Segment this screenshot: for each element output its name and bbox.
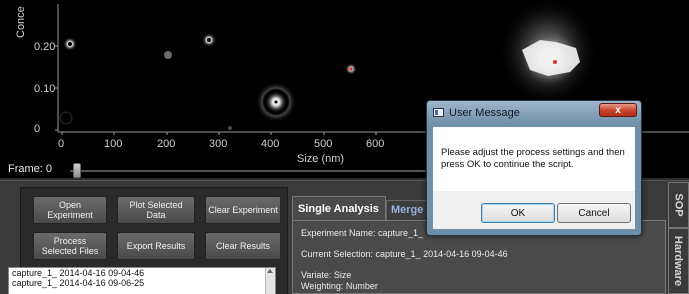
list-scrollbar[interactable] <box>265 268 275 294</box>
export-results-button[interactable]: Export Results <box>117 232 195 260</box>
application-window: Conce 0.20 0.10 0 0 100 200 300 400 500 … <box>0 0 689 294</box>
particle-4 <box>345 63 357 75</box>
x-tick-label: 200 <box>157 138 175 150</box>
dialog-titlebar[interactable]: User Message x <box>427 101 641 125</box>
x-tick-label: 100 <box>104 138 122 150</box>
tab-hardware[interactable]: Hardware <box>668 228 689 294</box>
cancel-button[interactable]: Cancel <box>557 203 631 223</box>
experiment-name-text: Experiment Name: capture_1_ <box>301 228 424 238</box>
app-window-icon <box>433 108 444 117</box>
tab-sop[interactable]: SOP <box>668 182 689 228</box>
particle-5 <box>256 82 296 122</box>
process-selected-files-button[interactable]: Process Selected Files <box>33 232 107 260</box>
weighting-text: Weighting: Number <box>301 281 378 291</box>
file-item[interactable]: capture_1_ 2014-04-16 09-06-25 <box>9 278 275 288</box>
files-list[interactable]: capture_1_ 2014-04-16 09-04-46 capture_1… <box>8 267 276 294</box>
clear-results-button[interactable]: Clear Results <box>205 232 281 260</box>
current-selection-text: Current Selection: capture_1_ 2014-04-16… <box>301 249 508 259</box>
particle-1 <box>63 37 77 51</box>
frame-slider-thumb[interactable] <box>73 163 81 178</box>
dialog-footer: OK Cancel <box>433 191 635 229</box>
ok-button[interactable]: OK <box>481 203 555 223</box>
particle-6 <box>58 110 74 126</box>
x-tick-label: 500 <box>314 138 332 150</box>
scroll-up-arrow-icon[interactable] <box>267 269 273 273</box>
variate-text: Variate: Size <box>301 270 352 280</box>
frame-slider-track[interactable] <box>70 170 465 172</box>
frame-slider-row: Frame: 0 <box>0 160 470 180</box>
frame-label: Frame: 0 <box>8 163 53 175</box>
x-tick-label: 400 <box>261 138 279 150</box>
tab-single-analysis[interactable]: Single Analysis <box>292 196 386 220</box>
tab-sop-label: SOP <box>672 193 685 217</box>
clear-experiment-button[interactable]: Clear Experiment <box>205 196 281 224</box>
tab-hardware-label: Hardware <box>672 235 685 287</box>
open-experiment-button[interactable]: Open Experiment <box>33 196 107 224</box>
file-item[interactable]: capture_1_ 2014-04-16 09-04-46 <box>9 268 275 278</box>
plot-selected-data-button[interactable]: Plot Selected Data <box>117 196 195 224</box>
y-tick-label: 0 <box>34 123 40 135</box>
dialog-body: Please adjust the process settings and t… <box>433 127 635 191</box>
x-tick-label: 0 <box>58 138 64 150</box>
x-tick-label: 600 <box>366 138 384 150</box>
particle-3 <box>202 33 216 47</box>
tab-merge[interactable]: Merge <box>386 200 428 220</box>
particle-2 <box>164 51 172 59</box>
y-tick-label: 0.20 <box>34 41 55 53</box>
close-button[interactable]: x <box>599 103 637 117</box>
y-axis-label: Conce <box>15 6 27 38</box>
user-message-dialog: User Message x Please adjust the process… <box>426 100 642 236</box>
particle-7 <box>228 126 232 130</box>
dialog-title: User Message <box>449 107 520 119</box>
scattered-light-blob <box>498 0 598 107</box>
dialog-message: Please adjust the process settings and t… <box>441 147 625 170</box>
x-tick-label: 300 <box>209 138 227 150</box>
y-tick-label: 0.10 <box>34 83 55 95</box>
